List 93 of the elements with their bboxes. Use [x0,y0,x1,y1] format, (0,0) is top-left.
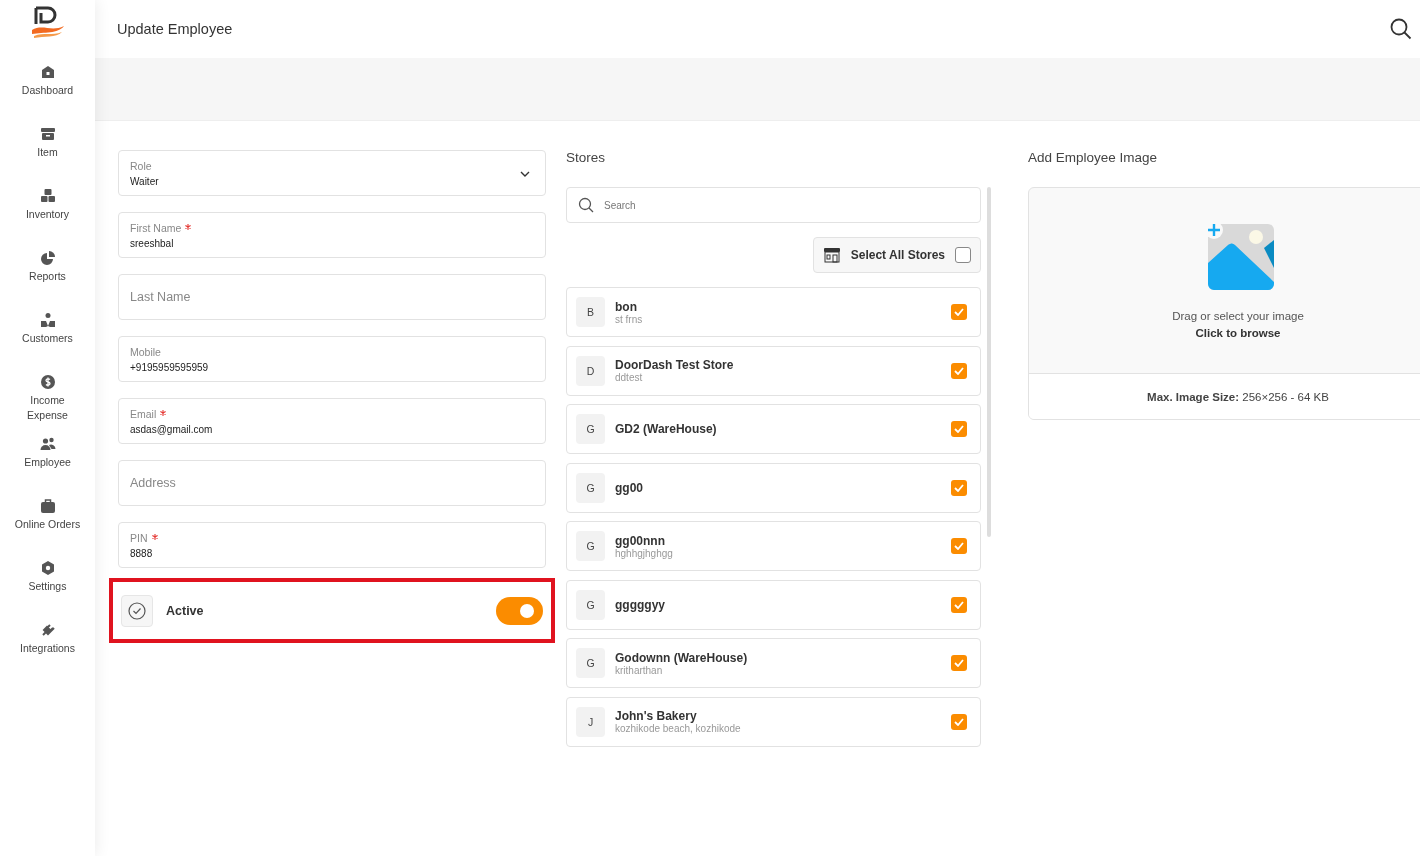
nav-item[interactable]: Income Expense [2,374,93,436]
browse-link[interactable]: Click to browse [1195,327,1281,339]
input-field[interactable]: Email asdas@gmail.com [118,398,546,444]
person-icon [39,312,56,328]
check-icon [954,659,964,667]
select-all-checkbox[interactable] [955,246,971,263]
dollar-icon [39,374,56,390]
store-checkbox[interactable] [951,362,967,379]
nav-item[interactable]: Employee [2,436,93,498]
store-address: ddtest [615,372,644,383]
store-name: gg00 [615,480,644,495]
field-label: PIN [130,531,148,544]
store-item[interactable]: G gg00 [566,462,981,513]
field-label: First Name [130,221,182,234]
active-label: Active [166,604,205,618]
people-icon [39,436,56,452]
store-item[interactable]: G gg00nnn hghhgjhghgg [566,521,981,571]
drop-hint: Drag or select your image [1172,310,1304,322]
store-address: kritharthan [615,664,664,676]
select-all-stores[interactable]: Select All Stores [812,236,981,273]
store-item[interactable]: G gggggyy [566,579,981,630]
nav-item[interactable]: Reports [2,250,93,312]
image-size-limit: Max. Image Size: 256×256 - 64 KB [1147,390,1329,403]
store-item[interactable]: G GD2 (WareHouse) [566,404,981,454]
chevron-down-icon [520,171,530,177]
input-field[interactable]: Mobile +9195959595959 [118,336,546,382]
store-icon [822,246,841,263]
store-item[interactable]: J John's Bakery kozhikode beach, kozhikode [566,696,981,747]
store-name: John's Bakery [615,709,698,723]
check-icon [954,425,964,433]
nav-item[interactable]: Customers [2,312,93,374]
image-heading: Add Employee Image [1028,150,1159,167]
store-checkbox[interactable] [951,479,967,496]
nav-item[interactable]: Settings [2,560,93,622]
store-name: gggggyy [615,597,666,612]
store-initial: G [576,531,605,561]
pie-chart-icon [39,250,56,266]
nav-item[interactable]: Dashboard [2,64,93,126]
boxes-icon [39,188,56,204]
field-label: Mobile [130,345,161,358]
store-checkbox[interactable] [951,596,967,613]
store-name: Godownn (WareHouse) [615,650,749,665]
check-icon [954,308,964,316]
stores-heading: Stores [566,150,607,167]
input-field[interactable]: Last Name [118,274,546,320]
field-label: Role [130,159,152,172]
search-icon [578,197,594,213]
input-field[interactable]: PIN 8888 [118,522,546,568]
store-name: gg00nnn [615,533,666,548]
active-toggle[interactable] [496,597,543,625]
store-address: hghhgjhghgg [615,547,674,559]
store-initial: J [576,706,605,737]
check-icon [954,542,964,550]
nav-item[interactable]: Online Orders [2,498,93,560]
field-label: Email [130,407,157,420]
scrollbar-thumb[interactable] [987,187,991,537]
store-name: DoorDash Test Store [615,358,735,372]
store-initial: G [576,648,605,678]
store-checkbox[interactable] [951,713,967,730]
role-select[interactable]: Role Waiter [118,150,546,196]
store-name: bon [615,299,638,314]
nav-item[interactable]: Item [2,126,93,188]
store-initial: G [576,472,605,503]
store-item[interactable]: B bon st frns [566,287,981,337]
store-address: kozhikode beach, kozhikode [615,723,742,734]
check-icon [954,717,964,726]
image-upload-area[interactable]: Drag or select your image Click to browse Max. Image Size: 256×256 - 64 KB [1028,187,1420,420]
page-title: Update Employee [117,21,233,37]
store-initial: G [576,414,605,444]
input-field[interactable]: Address [118,460,546,506]
briefcase-icon [39,498,56,514]
nav-item[interactable]: Integrations [2,622,93,684]
nav-item[interactable]: Inventory [2,188,93,250]
store-address: st frns [615,313,644,325]
home-icon [39,64,56,80]
store-checkbox[interactable] [951,538,967,554]
search-field[interactable]: Search [566,187,981,223]
check-icon [954,366,964,375]
store-item[interactable]: D DoorDash Test Store ddtest [566,345,981,396]
store-initial: B [576,297,605,327]
check-icon [954,483,964,492]
search-icon[interactable] [1390,18,1412,40]
store-initial: G [576,589,605,620]
store-initial: D [576,355,605,386]
settings-icon [39,560,56,576]
store-checkbox[interactable] [951,655,967,671]
store-item[interactable]: G Godownn (WareHouse) kritharthan [566,638,981,688]
archive-box-icon [39,126,56,142]
store-name: GD2 (WareHouse) [615,422,718,436]
store-checkbox[interactable] [951,304,967,320]
store-checkbox[interactable] [951,421,967,437]
check-icon [954,600,964,609]
input-field[interactable]: First Name sreeshbal [118,212,546,258]
